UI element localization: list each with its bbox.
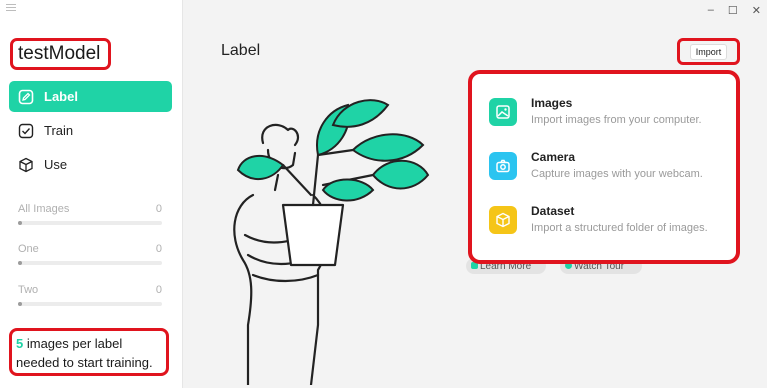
label-row-all[interactable]: All Images 0 xyxy=(18,203,162,225)
maximize-button[interactable]: ☐ xyxy=(728,4,738,17)
import-dropdown: Images Import images from your computer.… xyxy=(468,70,740,264)
option-title: Images xyxy=(531,96,573,110)
label-count: 0 xyxy=(155,243,162,255)
label-progress xyxy=(18,221,162,225)
window-controls: – ☐ ✕ xyxy=(708,4,761,17)
import-button[interactable]: Import xyxy=(677,38,740,65)
label-name: All Images xyxy=(18,203,70,215)
import-button-label: Import xyxy=(689,43,728,60)
label-row-one[interactable]: One 0 xyxy=(18,243,162,265)
menu-icon[interactable] xyxy=(6,4,16,13)
box-icon xyxy=(489,206,517,234)
nav-train[interactable]: Train xyxy=(9,115,172,146)
nav-label[interactable]: Label xyxy=(9,81,172,112)
nav-label-text: Label xyxy=(44,89,78,104)
plant-illustration xyxy=(233,99,430,385)
cube-icon xyxy=(18,157,34,173)
camera-icon xyxy=(489,152,517,180)
label-progress xyxy=(18,302,162,306)
nav-use[interactable]: Use xyxy=(9,149,172,180)
label-row-two[interactable]: Two 0 xyxy=(18,284,162,306)
main-area: Label Import Learn More Watch Tour Image… xyxy=(183,0,767,388)
import-dataset-option[interactable]: Dataset Import a structured folder of im… xyxy=(472,198,736,252)
page-title: Label xyxy=(221,42,261,59)
image-icon xyxy=(489,98,517,126)
label-progress xyxy=(18,261,162,265)
import-camera-option[interactable]: Camera Capture images with your webcam. xyxy=(472,144,736,198)
label-name: One xyxy=(18,243,39,255)
option-subtitle: Capture images with your webcam. xyxy=(531,168,703,180)
model-name[interactable]: testModel xyxy=(10,38,111,70)
option-title: Camera xyxy=(531,150,576,164)
hint-text: images per label needed to start trainin… xyxy=(16,336,153,370)
check-circle-icon xyxy=(18,123,34,139)
nav-train-text: Train xyxy=(44,123,74,138)
close-button[interactable]: ✕ xyxy=(752,4,761,17)
sidebar: testModel Label Train Use All Images 0 On… xyxy=(0,0,183,388)
option-subtitle: Import images from your computer. xyxy=(531,114,702,126)
option-title: Dataset xyxy=(531,204,575,218)
minimize-button[interactable]: – xyxy=(708,4,714,17)
nav-use-text: Use xyxy=(44,157,68,172)
edit-icon xyxy=(18,89,34,105)
import-images-option[interactable]: Images Import images from your computer. xyxy=(472,90,736,144)
label-name: Two xyxy=(18,284,39,296)
label-count: 0 xyxy=(155,284,162,296)
label-count: 0 xyxy=(155,203,162,215)
option-subtitle: Import a structured folder of images. xyxy=(531,222,708,234)
training-hint: 5 images per label needed to start train… xyxy=(9,328,169,376)
